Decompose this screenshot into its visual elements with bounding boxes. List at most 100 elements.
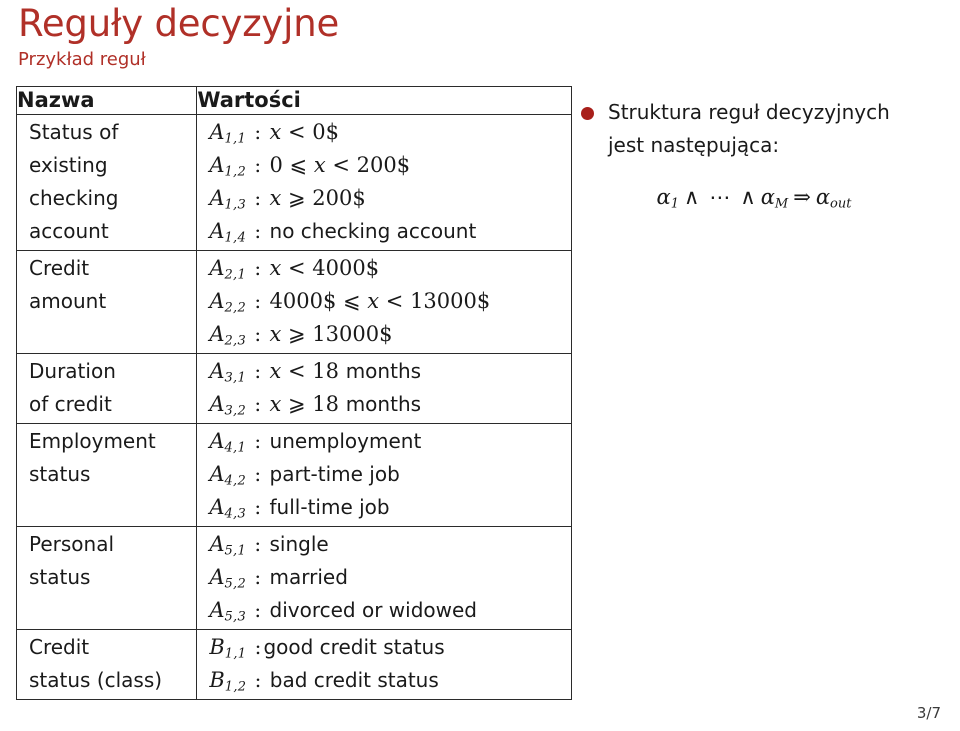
value-symbol-subscript: 1,2 — [224, 679, 247, 695]
value-symbol-subscript: 5,1 — [224, 543, 247, 559]
value-separator: : — [248, 598, 268, 622]
value-separator: : — [248, 392, 268, 416]
attribute-value-line: A5,3 : divorced or widowed — [209, 594, 571, 627]
value-expression: x < 0$ — [269, 120, 340, 144]
formula-dots: ⋯ — [709, 185, 731, 209]
value-separator: : — [248, 289, 268, 313]
value-expression: married — [269, 565, 348, 589]
attribute-values-cell: B1,1 : good credit status B1,2 : bad credi… — [196, 629, 572, 700]
attribute-values-cell: A3,1 : x < 18 months A3,2 : x ⩾ 18 months — [196, 353, 572, 424]
attribute-name-line: status — [29, 462, 91, 486]
value-symbol-subscript: 1,1 — [224, 131, 247, 147]
value-symbol-subscript: 4,3 — [224, 506, 247, 522]
attribute-values-cell: A5,1 : single A5,2 : married A5,3 : divorc… — [196, 526, 572, 630]
bullet-text: Struktura reguł decyzyjnych jest następu… — [608, 96, 948, 162]
attribute-name-line: Credit — [29, 256, 90, 280]
formula-and-2: ∧ — [740, 185, 756, 209]
attribute-name-line: existing — [29, 153, 108, 177]
value-expression: single — [269, 532, 329, 556]
value-symbol-subscript: 3,1 — [224, 370, 247, 386]
attribute-name-cell: Employment status — [15, 423, 198, 527]
notes-panel: Struktura reguł decyzyjnych jest następu… — [578, 96, 948, 212]
attribute-name-cell: Status of existing checking account — [15, 114, 198, 251]
table-row: Status of existing checking account A1,1 : x… — [15, 114, 572, 251]
attribute-value-line: A2,2 : 4000$ ⩽ x < 13000$ — [209, 285, 571, 318]
value-separator: : — [248, 565, 268, 589]
value-separator: : — [248, 256, 268, 280]
value-expression: x < 4000$ — [269, 256, 380, 280]
value-symbol: A2,3 — [209, 322, 247, 349]
formula-and-1: ∧ — [683, 185, 700, 209]
attribute-value-line: B1,2 : bad credit status — [209, 664, 571, 697]
value-symbol-subscript: 2,3 — [224, 333, 247, 349]
page-number: 3/7 — [916, 704, 941, 722]
value-symbol-subscript: 2,2 — [224, 300, 247, 316]
value-symbol: A1,1 — [209, 120, 247, 147]
bullet-line-1: Struktura reguł decyzyjnych — [608, 100, 890, 124]
table-header-row: Nazwa Wartości — [15, 86, 572, 115]
attribute-value-line: A4,3 : full-time job — [209, 491, 571, 524]
attribute-name-line: Personal — [29, 532, 115, 556]
value-separator: : — [248, 120, 268, 144]
value-separator: : — [248, 186, 268, 210]
value-symbol-subscript: 1,1 — [224, 646, 247, 662]
value-expression: x ⩾ 13000$ — [269, 322, 393, 346]
value-symbol-subscript: 3,2 — [224, 403, 247, 419]
value-separator: : — [248, 532, 268, 556]
value-symbol: A4,2 — [209, 462, 247, 489]
value-expression: x ⩾ 200$ — [269, 186, 366, 210]
value-symbol: A1,2 — [209, 153, 247, 180]
value-separator: : — [248, 635, 262, 659]
value-separator: : — [248, 153, 268, 177]
value-symbol-subscript: 4,2 — [224, 473, 247, 489]
value-expression: part-time job — [269, 462, 400, 486]
attribute-value-line: B1,1 : good credit status — [209, 631, 571, 664]
value-separator: : — [248, 219, 268, 243]
attribute-value-line: A1,2 : 0 ⩽ x < 200$ — [209, 149, 571, 182]
value-expression: 0 ⩽ x < 200$ — [269, 153, 411, 177]
value-symbol-subscript: 1,4 — [224, 230, 247, 246]
value-symbol: A1,4 — [209, 219, 247, 246]
value-separator: : — [248, 462, 268, 486]
attribute-name-line: Status of — [29, 120, 119, 144]
attribute-value-line: A5,2 : married — [209, 561, 571, 594]
attribute-name-line — [29, 491, 196, 524]
value-symbol-subscript: 2,1 — [224, 267, 247, 283]
value-expression: no checking account — [269, 219, 477, 243]
attribute-name-line: amount — [29, 289, 107, 313]
attribute-name-line: status (class) — [29, 668, 163, 692]
value-expression: x < 18 months — [269, 359, 422, 383]
page-title: Reguły decyzyjne — [18, 2, 340, 45]
formula-alpha-1: α1 — [656, 185, 679, 212]
title-block: Reguły decyzyjne Przykład reguł — [18, 2, 578, 72]
attribute-name-cell: Personal status — [15, 526, 198, 630]
value-symbol: A1,3 — [209, 186, 247, 213]
attribute-value-line: A2,3 : x ⩾ 13000$ — [209, 318, 571, 351]
value-symbol: A3,2 — [209, 392, 247, 419]
attribute-value-line: A4,1 : unemployment — [209, 425, 571, 458]
attribute-name-line: of credit — [29, 392, 112, 416]
value-expression: x ⩾ 18 months — [269, 392, 422, 416]
rule-structure-formula: α1 ∧ ⋯ ∧ αM ⇒ αout — [578, 185, 948, 212]
value-symbol: A5,2 — [209, 565, 247, 592]
value-expression: full-time job — [269, 495, 390, 519]
list-item: Struktura reguł decyzyjnych jest następu… — [578, 96, 948, 162]
table-row: Duration of credit A3,1 : x < 18 months A3,… — [15, 353, 572, 424]
attribute-value-line: A1,3 : x ⩾ 200$ — [209, 182, 571, 215]
attribute-value-line: A3,1 : x < 18 months — [209, 355, 571, 388]
attribute-value-line: A4,2 : part-time job — [209, 458, 571, 491]
attribute-value-line: A2,1 : x < 4000$ — [209, 252, 571, 285]
bullet-line-2: jest następująca: — [608, 133, 780, 157]
value-expression: good credit status — [263, 635, 445, 659]
attribute-name-line: Employment — [29, 429, 156, 453]
attribute-values-cell: A2,1 : x < 4000$ A2,2 : 4000$ ⩽ x < 13000… — [196, 250, 572, 354]
table-row: Personal status A5,1 : single A5,2 : marri… — [15, 526, 572, 630]
value-separator: : — [248, 359, 268, 383]
value-symbol: A4,1 — [209, 429, 247, 456]
value-expression: divorced or widowed — [269, 598, 477, 622]
formula-implies: ⇒ — [793, 185, 811, 209]
attribute-name-cell: Credit status (class) — [15, 629, 198, 700]
value-expression: bad credit status — [269, 668, 439, 692]
attribute-name-line: checking — [29, 186, 119, 210]
attribute-value-line: A5,1 : single — [209, 528, 571, 561]
